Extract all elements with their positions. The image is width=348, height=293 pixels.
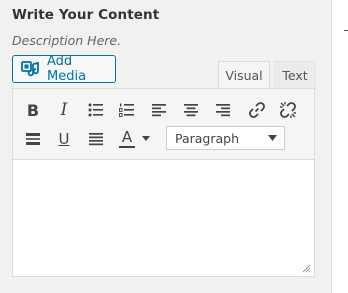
tab-visual-label: Visual	[225, 68, 263, 83]
align-left-button[interactable]	[146, 97, 172, 123]
horizontal-line-button[interactable]	[20, 126, 46, 152]
align-right-icon	[216, 104, 230, 117]
editor-content-area[interactable]	[13, 160, 314, 276]
text-color-dropdown-button[interactable]	[139, 126, 153, 152]
justify-icon	[89, 133, 103, 146]
add-media-button[interactable]: Add Media	[12, 54, 116, 84]
format-select-value: Paragraph	[175, 130, 240, 146]
numbered-list-icon	[119, 103, 134, 117]
bold-icon: B	[26, 100, 40, 120]
underline-icon: U	[58, 130, 70, 148]
remove-link-icon	[280, 102, 296, 118]
resize-handle-icon[interactable]	[302, 264, 311, 273]
text-color-swatch	[119, 146, 135, 148]
bold-button[interactable]: B	[20, 97, 46, 123]
remove-link-button[interactable]	[275, 97, 301, 123]
bulleted-list-button[interactable]	[83, 97, 109, 123]
media-icon	[21, 60, 41, 78]
editor: B I U A Paragraph	[12, 88, 315, 277]
chevron-down-icon	[142, 136, 150, 141]
format-select[interactable]: Paragraph	[166, 126, 285, 150]
align-left-icon	[152, 104, 166, 117]
underline-button[interactable]: U	[51, 126, 77, 152]
justify-button[interactable]	[83, 126, 109, 152]
italic-icon: I	[60, 100, 68, 120]
bulleted-list-icon	[88, 103, 103, 117]
right-strip	[332, 0, 348, 293]
content-panel: Write Your Content Description Here. Add…	[0, 0, 332, 293]
align-right-button[interactable]	[210, 97, 236, 123]
insert-link-button[interactable]	[244, 97, 270, 123]
horizontal-line-icon	[26, 133, 40, 145]
tab-text[interactable]: Text	[274, 61, 316, 89]
chevron-down-icon	[268, 135, 277, 141]
section-title: Write Your Content	[12, 7, 160, 23]
insert-link-icon	[249, 102, 265, 118]
numbered-list-button[interactable]	[114, 97, 140, 123]
add-media-label: Add Media	[47, 54, 87, 84]
tab-text-label: Text	[282, 68, 308, 83]
section-description: Description Here.	[12, 33, 122, 48]
italic-button[interactable]: I	[51, 97, 77, 123]
align-center-button[interactable]	[178, 97, 204, 123]
text-color-icon: A	[121, 128, 133, 146]
right-edge-mark	[344, 30, 348, 31]
align-center-icon	[184, 104, 198, 117]
editor-toolbar: B I U A Paragraph	[13, 89, 314, 160]
text-color-button[interactable]: A	[114, 126, 140, 152]
tab-visual[interactable]: Visual	[218, 61, 270, 89]
